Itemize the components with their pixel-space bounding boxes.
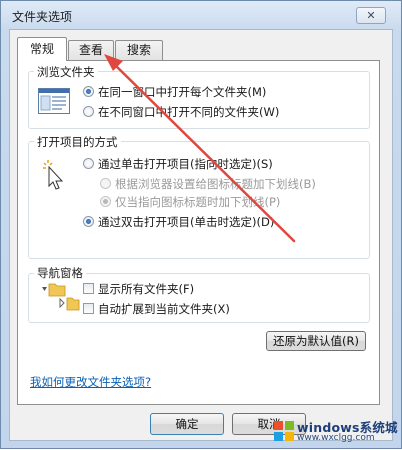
folder-options-dialog: 文件夹选项 ✕ 常规 查看 搜索 浏览文件夹 在同一窗口中打开每个文件夹(M) …	[0, 0, 402, 449]
show-all-folders-label[interactable]: 显示所有文件夹(F)	[98, 281, 194, 297]
click-cursor-icon	[42, 160, 70, 192]
close-icon: ✕	[366, 9, 376, 22]
watermark-url: www.wxclgg.com	[297, 433, 375, 443]
tab-search-label: 搜索	[126, 43, 151, 57]
tab-general[interactable]: 常规	[17, 37, 67, 61]
show-all-folders-checkbox[interactable]	[83, 283, 94, 294]
single-click-label[interactable]: 通过单击打开项目(指向时选定)(S)	[98, 156, 273, 172]
single-click-radio[interactable]	[83, 158, 94, 169]
dialog-body: 常规 查看 搜索 浏览文件夹 在同一窗口中打开每个文件夹(M) 在不同窗口中打开…	[9, 29, 393, 441]
window-title: 文件夹选项	[12, 10, 73, 24]
title-bar[interactable]: 文件夹选项 ✕	[1, 1, 401, 29]
double-click-label[interactable]: 通过双击打开项目(单击时选定)(D)	[98, 214, 274, 230]
nav-pane-tree-icon	[40, 282, 80, 316]
help-link[interactable]: 我如何更改文件夹选项?	[30, 374, 151, 390]
double-click-radio[interactable]	[83, 216, 94, 227]
same-window-label[interactable]: 在同一窗口中打开每个文件夹(M)	[98, 84, 266, 100]
nav-pane-title: 导航窗格	[34, 265, 86, 281]
close-button[interactable]: ✕	[356, 7, 386, 24]
windows-logo-icon	[274, 421, 294, 441]
underline-hover-radio[interactable]	[100, 196, 111, 207]
same-window-radio[interactable]	[83, 86, 94, 97]
underline-browser-label[interactable]: 根据浏览器设置给图标标题加下划线(B)	[115, 176, 316, 192]
open-items-title: 打开项目的方式	[34, 134, 121, 150]
auto-expand-label[interactable]: 自动扩展到当前文件夹(X)	[98, 301, 230, 317]
tab-view[interactable]: 查看	[68, 40, 114, 60]
different-window-radio[interactable]	[83, 106, 94, 117]
restore-defaults-button[interactable]: 还原为默认值(R)	[266, 331, 366, 351]
tab-view-label: 查看	[78, 43, 103, 57]
different-window-label[interactable]: 在不同窗口中打开不同的文件夹(W)	[98, 104, 279, 120]
restore-defaults-label: 还原为默认值(R)	[273, 334, 359, 348]
tab-general-label: 常规	[29, 42, 54, 56]
general-tab-panel: 浏览文件夹 在同一窗口中打开每个文件夹(M) 在不同窗口中打开不同的文件夹(W)…	[17, 60, 380, 405]
underline-browser-radio[interactable]	[100, 178, 111, 189]
auto-expand-checkbox[interactable]	[83, 303, 94, 314]
browse-folders-title: 浏览文件夹	[34, 64, 98, 80]
ok-label: 确定	[175, 417, 199, 431]
watermark: windows系统城 www.wxclgg.com	[269, 417, 401, 449]
underline-hover-label[interactable]: 仅当指向图标标题时加下划线(P)	[115, 194, 280, 210]
ok-button[interactable]: 确定	[150, 413, 224, 435]
tab-search[interactable]: 搜索	[115, 40, 163, 60]
browse-folders-illustration-icon	[38, 88, 70, 114]
